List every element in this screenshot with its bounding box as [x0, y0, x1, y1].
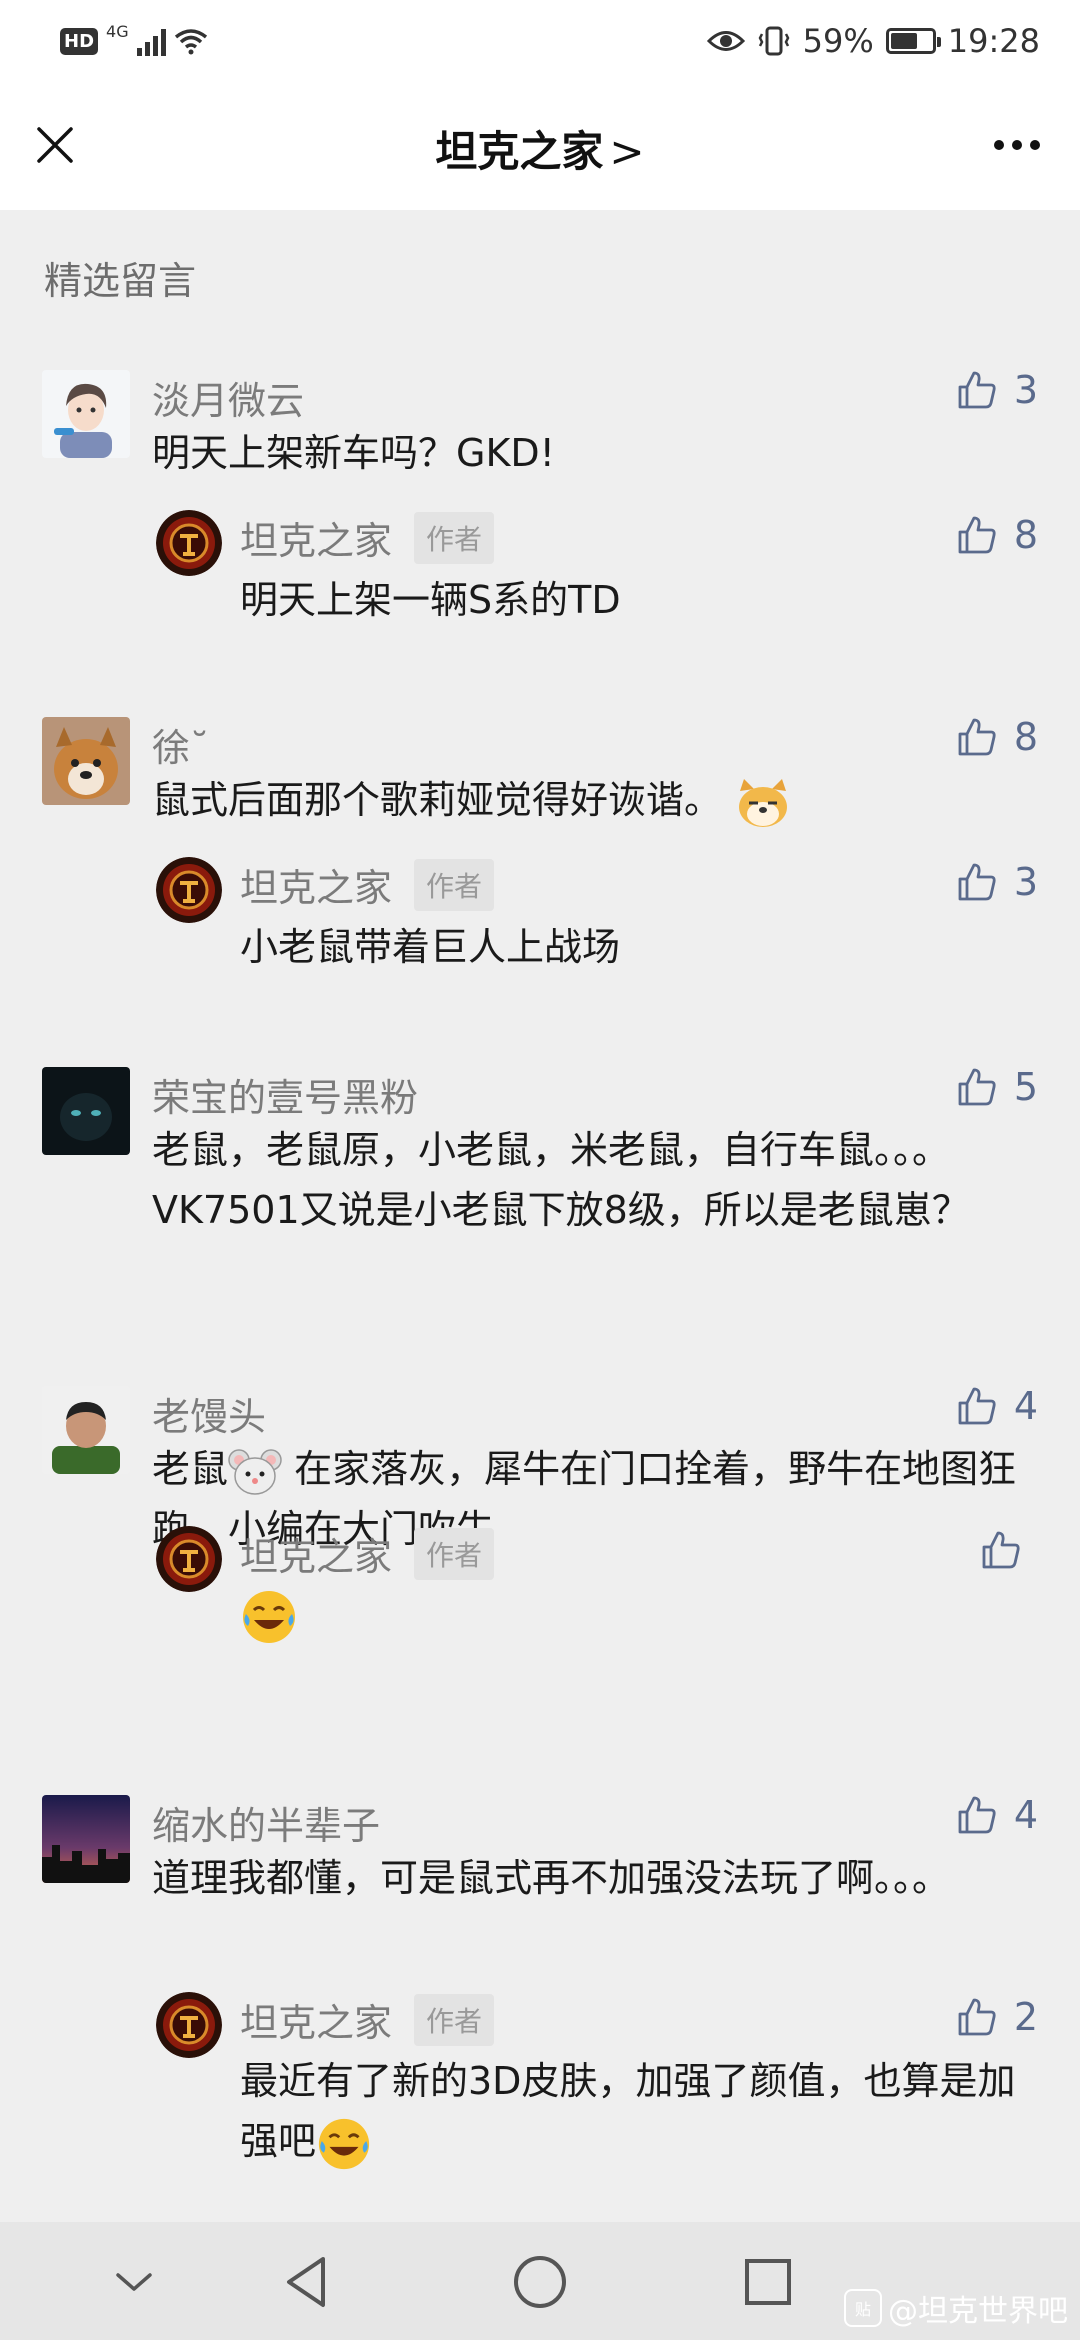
comment-text: 老鼠，老鼠原，小老鼠，米老鼠，自行车鼠。。。VK7501又说是小老鼠下放8级，所…: [152, 1128, 970, 1232]
home-circle-icon: [514, 2256, 566, 2308]
author-badge: 作者: [414, 511, 495, 564]
reply-username: 坦克之家: [240, 2001, 393, 2045]
author-badge: 作者: [414, 858, 495, 911]
author-badge: 作者: [414, 1993, 495, 2046]
comment-username: 荣宝的壹号黑粉: [152, 1076, 419, 1120]
comment-text: 明天上架新车吗？GKD!: [152, 431, 555, 475]
app-header: 坦克之家 >: [0, 80, 1080, 210]
like-count: 4: [1013, 1384, 1038, 1428]
comment-text-content: 老鼠: [152, 1447, 229, 1491]
like-button[interactable]: 4: [956, 1793, 1038, 1837]
like-button[interactable]: 2: [956, 1995, 1038, 2039]
comment-username: 淡月微云: [152, 379, 305, 423]
thumbs-up-icon: [982, 1531, 1020, 1569]
eye-icon: [706, 31, 745, 51]
like-count: 4: [1013, 1793, 1038, 1837]
reply-text: 小老鼠带着巨人上战场: [240, 925, 621, 969]
like-button[interactable]: 3: [956, 860, 1038, 904]
nav-collapse-button[interactable]: [104, 2252, 164, 2312]
thumbs-up-icon: [958, 718, 996, 756]
like-count: 3: [1013, 860, 1038, 904]
avatar[interactable]: [42, 1386, 130, 1474]
more-button[interactable]: [984, 120, 1050, 170]
reply-header: 坦克之家 作者: [240, 857, 495, 912]
chevron-down-icon: [116, 2273, 152, 2291]
recents-square-icon: [745, 2259, 791, 2305]
author-avatar[interactable]: [156, 510, 222, 576]
clock: 19:28: [947, 22, 1040, 60]
dog-face-emoji-icon: [739, 778, 788, 827]
like-count: 8: [1013, 715, 1038, 759]
author-avatar[interactable]: [156, 1992, 222, 2058]
avatar[interactable]: [42, 1067, 130, 1155]
avatar[interactable]: [42, 717, 130, 805]
page-title: 坦克之家: [435, 127, 604, 176]
battery-percent: 59%: [802, 22, 874, 60]
reply-text: [240, 1584, 1040, 1646]
like-count: 2: [1013, 1995, 1038, 2039]
comment-text-content: 鼠式后面那个歌莉娅觉得好诙谐。: [152, 778, 723, 822]
thumbs-up-icon: [958, 863, 996, 901]
vibrate-icon: [758, 26, 790, 56]
like-button[interactable]: 3: [956, 368, 1038, 412]
thumbs-up-icon: [958, 1998, 996, 2036]
section-title: 精选留言: [44, 259, 197, 303]
reply-text: 最近有了新的3D皮肤，加强了颜值，也算是加强吧: [240, 2051, 1030, 2172]
battery-icon: [885, 28, 941, 54]
avatar[interactable]: [42, 370, 130, 458]
like-count: 8: [1013, 513, 1038, 557]
reply-header: 坦克之家 作者: [240, 1526, 495, 1581]
like-button[interactable]: [980, 1529, 1038, 1571]
back-triangle-icon: [287, 2257, 325, 2307]
nav-back-button[interactable]: [278, 2252, 338, 2312]
comment-username: 徐˘: [152, 726, 210, 770]
author-avatar[interactable]: [156, 1526, 222, 1592]
thumbs-up-icon: [958, 1068, 996, 1106]
comment-text: 道理我都懂，可是鼠式再不加强没法玩了啊。。。: [152, 1856, 951, 1900]
avatar[interactable]: [42, 1795, 130, 1883]
comment-username: 缩水的半辈子: [152, 1804, 381, 1848]
like-count: 5: [1013, 1065, 1038, 1109]
reply-header: 坦克之家 作者: [240, 510, 495, 565]
reply-username: 坦克之家: [240, 519, 393, 563]
reply-header: 坦克之家 作者: [240, 1992, 495, 2047]
crying-laughing-emoji-icon: [318, 2118, 370, 2169]
more-icon: [994, 140, 1004, 150]
crying-laughing-emoji-icon: [243, 1590, 295, 1643]
thumbs-up-icon: [958, 516, 996, 554]
like-count: 3: [1013, 368, 1038, 412]
thumbs-up-icon: [958, 1796, 996, 1834]
nav-recents-button[interactable]: [738, 2252, 798, 2312]
mouse-face-emoji-icon: [228, 1448, 282, 1495]
comment-username: 老馒头: [152, 1395, 267, 1439]
like-button[interactable]: 4: [956, 1384, 1038, 1428]
thumbs-up-icon: [958, 371, 996, 409]
comment-text: 鼠式后面那个歌莉娅觉得好诙谐。: [152, 770, 1032, 830]
hd-indicator: HD: [60, 27, 99, 55]
reply-username: 坦克之家: [240, 1535, 393, 1579]
thumbs-up-icon: [958, 1387, 996, 1425]
author-badge: 作者: [414, 1527, 495, 1580]
reply-username: 坦克之家: [240, 866, 393, 910]
signal-icon: [136, 26, 166, 56]
network-type: 4G: [106, 21, 129, 41]
author-avatar[interactable]: [156, 857, 222, 923]
wifi-icon: [174, 29, 207, 55]
reply-text: 明天上架一辆S系的TD: [240, 578, 621, 622]
status-bar: HD 4G 59% 19:28: [0, 0, 1080, 80]
system-nav-bar: 贴 @坦克世界吧: [0, 2222, 1080, 2340]
chevron-right-icon: >: [609, 127, 645, 176]
nav-home-button[interactable]: [510, 2252, 570, 2312]
account-title-link[interactable]: 坦克之家 >: [0, 118, 1080, 179]
watermark: 贴 @坦克世界吧: [844, 2286, 1068, 2330]
like-button[interactable]: 5: [956, 1065, 1038, 1109]
like-button[interactable]: 8: [956, 715, 1038, 759]
tieba-logo-icon: 贴: [844, 2289, 882, 2327]
watermark-text: @坦克世界吧: [888, 2294, 1068, 2329]
like-button[interactable]: 8: [956, 513, 1038, 557]
